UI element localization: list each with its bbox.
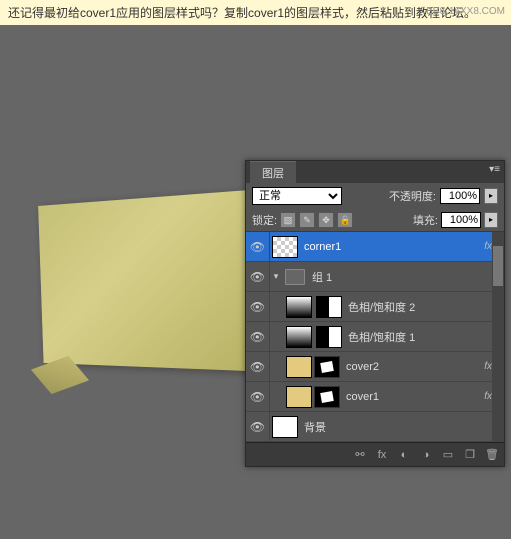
lock-label: 锁定: — [252, 212, 277, 228]
layer-name-label[interactable]: cover1 — [346, 391, 484, 403]
lock-fill-row: 锁定: ▧ ✎ ✥ 🔒 填充: ▸ — [246, 209, 504, 232]
lock-transparent-icon[interactable]: ▧ — [280, 212, 296, 228]
visibility-eye-icon[interactable]: 👁 — [250, 270, 265, 284]
layers-list: 👁 corner1 fx ▾ 👁 ▾ 组 1 👁 色相/饱和度 2 👁 色相/饱… — [246, 232, 504, 442]
layers-scrollbar[interactable] — [492, 232, 504, 442]
watermark-text: BBS.16XX8.COM — [426, 6, 505, 17]
adjustment-thumbnail[interactable] — [286, 326, 312, 348]
layer-name-label[interactable]: 背景 — [304, 419, 504, 435]
fx-indicator[interactable]: fx — [484, 391, 492, 402]
delete-layer-icon[interactable]: 🗑 — [484, 448, 500, 461]
layer-row-background[interactable]: 👁 背景 — [246, 412, 504, 442]
opacity-label: 不透明度: — [389, 188, 436, 204]
scrollbar-thumb[interactable] — [493, 246, 503, 286]
layer-thumbnail[interactable] — [286, 386, 312, 408]
blend-opacity-row: 正常 不透明度: ▸ — [246, 183, 504, 209]
layer-name-label[interactable]: 色相/饱和度 1 — [348, 329, 504, 345]
panel-menu-icon[interactable]: ▾≡ — [489, 164, 500, 175]
blend-mode-select[interactable]: 正常 — [252, 187, 342, 205]
lock-pixels-icon[interactable]: ✎ — [299, 212, 315, 228]
layer-style-icon[interactable]: fx — [374, 449, 390, 461]
layer-row-corner1[interactable]: 👁 corner1 fx ▾ — [246, 232, 504, 262]
fx-indicator[interactable]: fx — [484, 361, 492, 372]
fill-arrow-icon[interactable]: ▸ — [484, 212, 498, 228]
lock-position-icon[interactable]: ✥ — [318, 212, 334, 228]
layer-row-hue2[interactable]: 👁 色相/饱和度 2 — [246, 292, 504, 322]
layer-mask-icon[interactable]: ◐ — [396, 449, 412, 461]
layers-tab[interactable]: 图层 — [250, 161, 296, 184]
layer-name-label[interactable]: 组 1 — [312, 269, 504, 285]
layer-row-cover2[interactable]: 👁 cover2 fx ▾ — [246, 352, 504, 382]
adjustment-icon — [316, 296, 342, 318]
layer-mask-thumbnail[interactable] — [314, 356, 340, 378]
layer-name-label[interactable]: cover2 — [346, 361, 484, 373]
group-toggle-icon[interactable]: ▾ — [270, 271, 282, 282]
visibility-eye-icon[interactable]: 👁 — [250, 330, 265, 344]
layer-thumbnail[interactable] — [272, 236, 298, 258]
group-folder-icon — [285, 269, 305, 285]
layer-thumbnail[interactable] — [272, 416, 298, 438]
opacity-input[interactable] — [440, 188, 480, 204]
opacity-arrow-icon[interactable]: ▸ — [484, 188, 498, 204]
visibility-eye-icon[interactable]: 👁 — [250, 300, 265, 314]
layer-mask-thumbnail[interactable] — [314, 386, 340, 408]
fill-input[interactable] — [441, 212, 481, 228]
adjustment-icon — [316, 326, 342, 348]
new-group-icon[interactable]: ▭ — [440, 448, 456, 461]
layer-thumbnail[interactable] — [286, 356, 312, 378]
instruction-text: 还记得最初给cover1应用的图层样式吗？复制cover1的图层样式，然后粘贴到… — [8, 6, 476, 20]
fx-indicator[interactable]: fx — [484, 241, 492, 252]
panel-footer: ⚯ fx ◐ ◑ ▭ ❐ 🗑 — [246, 442, 504, 466]
visibility-eye-icon[interactable]: 👁 — [250, 360, 265, 374]
layer-row-cover1[interactable]: 👁 cover1 fx ▾ — [246, 382, 504, 412]
layer-row-hue1[interactable]: 👁 色相/饱和度 1 — [246, 322, 504, 352]
adjustment-layer-icon[interactable]: ◑ — [418, 449, 434, 461]
panel-tab-bar: 图层 ▾≡ — [246, 161, 504, 183]
layer-name-label[interactable]: 色相/饱和度 2 — [348, 299, 504, 315]
visibility-eye-icon[interactable]: 👁 — [250, 240, 265, 254]
link-layers-icon[interactable]: ⚯ — [352, 448, 368, 461]
gold-cover-shape — [38, 189, 258, 371]
layers-panel: 图层 ▾≡ 正常 不透明度: ▸ 锁定: ▧ ✎ ✥ 🔒 填充: ▸ 👁 cor… — [245, 160, 505, 467]
adjustment-thumbnail[interactable] — [286, 296, 312, 318]
new-layer-icon[interactable]: ❐ — [462, 448, 478, 461]
layer-name-label[interactable]: corner1 — [304, 241, 484, 253]
visibility-eye-icon[interactable]: 👁 — [250, 420, 265, 434]
fill-label: 填充: — [413, 212, 438, 228]
layer-row-group1[interactable]: 👁 ▾ 组 1 — [246, 262, 504, 292]
visibility-eye-icon[interactable]: 👁 — [250, 390, 265, 404]
lock-all-icon[interactable]: 🔒 — [337, 212, 353, 228]
